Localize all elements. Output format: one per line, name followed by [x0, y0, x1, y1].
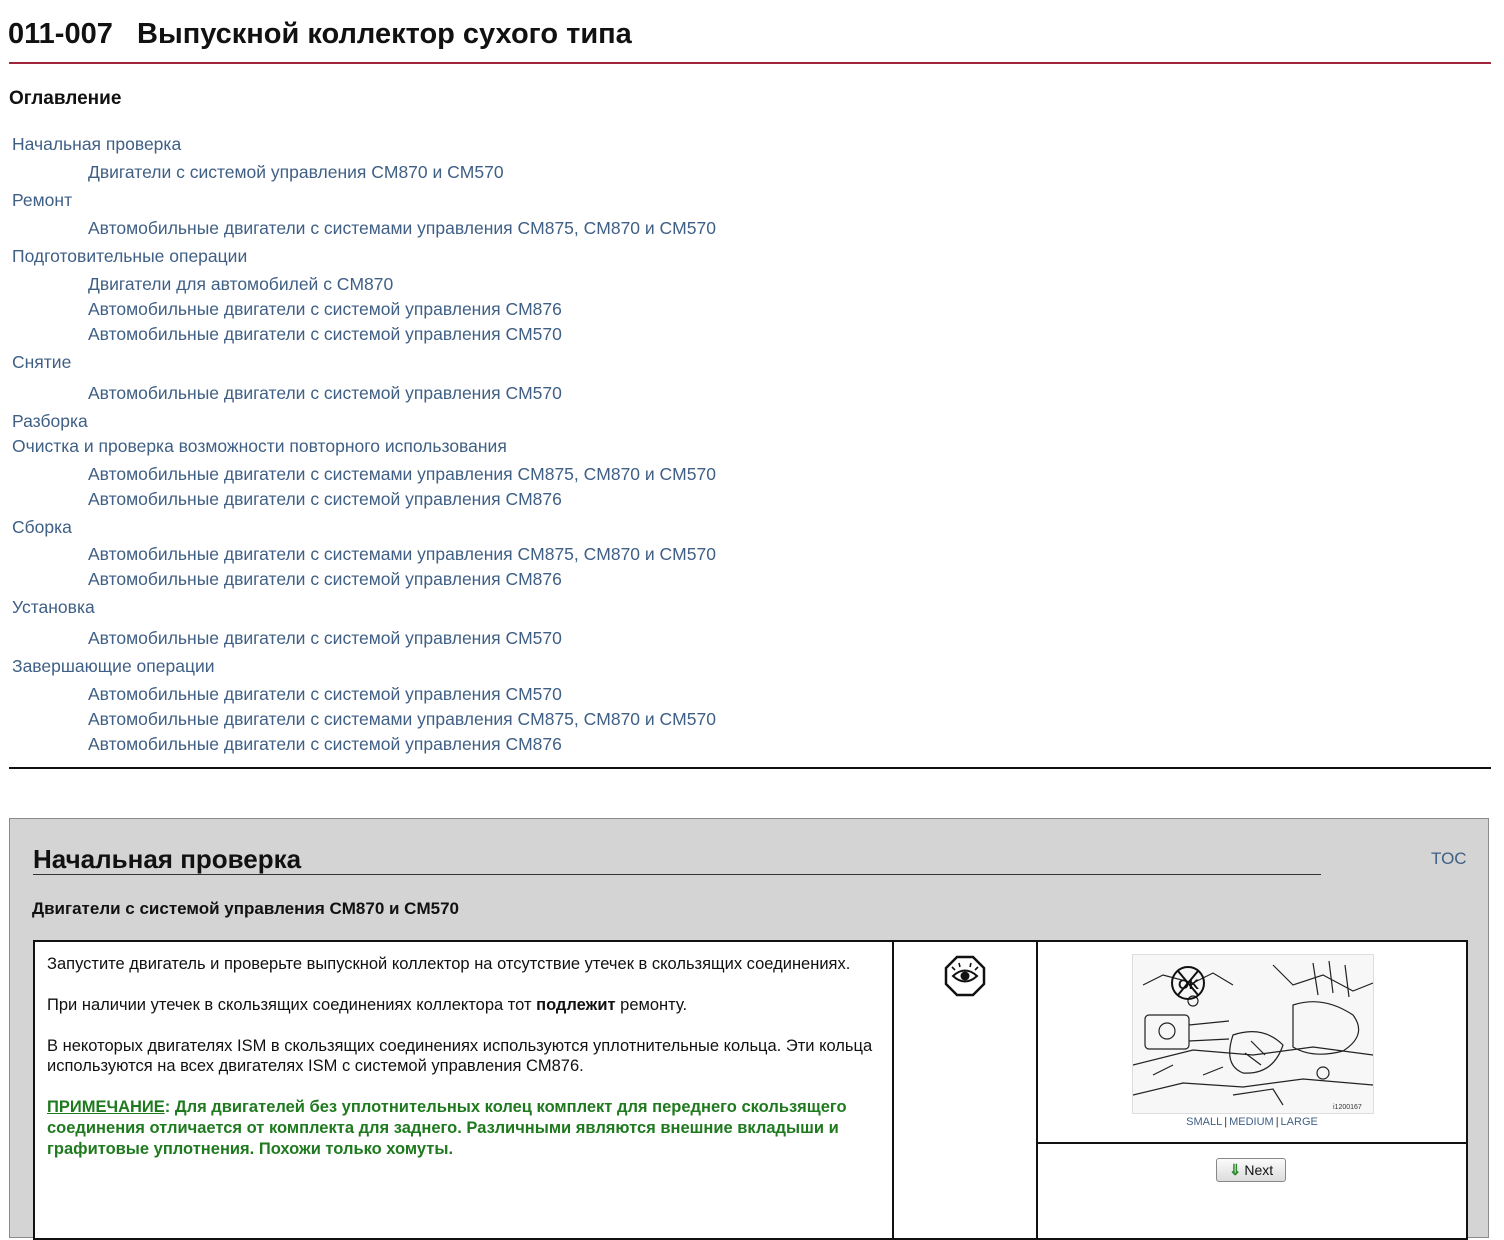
toc-subitem[interactable]: Автомобильные двигатели с системой управ…: [88, 734, 562, 755]
exhaust-manifold-illustration[interactable]: OK i1200167: [1132, 954, 1374, 1114]
toc-subitem[interactable]: Автомобильные двигатели с системами упра…: [88, 218, 716, 239]
toc-item-repair[interactable]: Ремонт: [12, 190, 72, 211]
eye-inspect-icon: [944, 955, 986, 997]
toc-subitem[interactable]: Автомобильные двигатели с системой управ…: [88, 684, 562, 705]
note-block: ПРИМЕЧАНИЕ: Для двигателей без уплотните…: [47, 1097, 880, 1160]
toc-item-installation[interactable]: Установка: [12, 597, 95, 618]
toc-subitem[interactable]: Автомобильные двигатели с системой управ…: [88, 489, 562, 510]
ok-mark: OK: [1178, 976, 1199, 992]
separator: |: [1275, 1116, 1279, 1128]
toc-subitem[interactable]: Автомобильные двигатели с системами упра…: [88, 464, 716, 485]
toc-item-preparation[interactable]: Подготовительные операции: [12, 246, 247, 267]
image-size-links: SMALL | MEDIUM | LARGE: [1038, 1116, 1466, 1128]
toc-subitem[interactable]: Автомобильные двигатели с системами упра…: [88, 709, 716, 730]
step-icon-cell: [894, 942, 1038, 1238]
step-paragraph: Запустите двигатель и проверьте выпускно…: [47, 955, 851, 973]
title-divider: [9, 62, 1491, 64]
toc-return-link[interactable]: TOC: [1431, 849, 1467, 869]
step-paragraph: При наличии утечек в скользящих соединен…: [47, 995, 880, 1015]
toc-item-cleaning[interactable]: Очистка и проверка возможности повторног…: [12, 436, 507, 457]
step-text-cell: Запустите двигатель и проверьте выпускно…: [35, 942, 894, 1238]
toc-item-disassembly[interactable]: Разборка: [12, 411, 88, 432]
step-paragraph: В некоторых двигателях ISM в скользящих …: [47, 1037, 873, 1075]
document-title: Выпускной коллектор сухого типа: [137, 18, 632, 50]
next-button[interactable]: ⇓ Next: [1216, 1158, 1286, 1182]
step-table: Запустите двигатель и проверьте выпускно…: [33, 940, 1468, 1240]
toc-item-initial-check[interactable]: Начальная проверка: [12, 134, 181, 155]
paragraph-emphasis: подлежит: [536, 996, 616, 1014]
section-divider: [33, 874, 1321, 875]
toc-subitem[interactable]: Автомобильные двигатели с системой управ…: [88, 324, 562, 345]
toc-subitem[interactable]: Автомобильные двигатели с системой управ…: [88, 299, 562, 320]
size-large-link[interactable]: LARGE: [1281, 1116, 1318, 1128]
toc-heading: Оглавление: [9, 88, 122, 109]
down-arrow-icon: ⇓: [1228, 1162, 1242, 1179]
size-medium-link[interactable]: MEDIUM: [1229, 1116, 1274, 1128]
note-label-link[interactable]: ПРИМЕЧАНИЕ: [47, 1098, 165, 1116]
page-title: 011-007 Выпускной коллектор сухого типа: [8, 18, 632, 51]
toc-item-final-operations[interactable]: Завершающие операции: [12, 656, 215, 677]
toc-divider: [9, 767, 1491, 769]
toc-subitem[interactable]: Автомобильные двигатели с системами упра…: [88, 544, 716, 565]
paragraph-text: ремонту.: [615, 996, 688, 1014]
navigation-cell: ⇓ Next: [1038, 1144, 1466, 1240]
paragraph-text: При наличии утечек в скользящих соединен…: [47, 996, 537, 1014]
toc-subitem[interactable]: Автомобильные двигатели с системой управ…: [88, 569, 562, 590]
toc-subitem[interactable]: Двигатели с системой управления CM870 и …: [88, 162, 504, 183]
section-subtitle: Двигатели с системой управления CM870 и …: [32, 899, 459, 918]
document-code: 011-007: [8, 18, 113, 50]
toc-subitem[interactable]: Автомобильные двигатели с системой управ…: [88, 628, 562, 649]
section-title: Начальная проверка: [33, 844, 302, 874]
section-panel: Начальная проверка TOC Двигатели с систе…: [9, 818, 1489, 1240]
size-small-link[interactable]: SMALL: [1186, 1116, 1222, 1128]
toc-subitem[interactable]: Двигатели для автомобилей с CM870: [88, 274, 393, 295]
toc-subitem[interactable]: Автомобильные двигатели с системой управ…: [88, 383, 562, 404]
figure-id: i1200167: [1333, 1104, 1362, 1111]
toc-item-removal[interactable]: Снятие: [12, 352, 71, 373]
figure-cell: OK i1200167 SMALL | MEDIUM | LARGE: [1038, 942, 1466, 1144]
next-label: Next: [1244, 1162, 1274, 1178]
toc-item-assembly[interactable]: Сборка: [12, 517, 72, 538]
